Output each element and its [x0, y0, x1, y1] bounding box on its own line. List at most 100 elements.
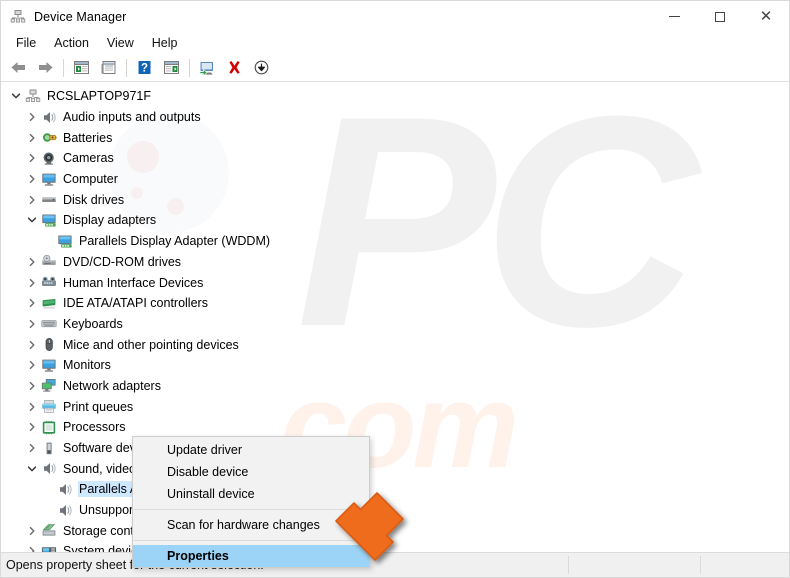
chevron-right-icon — [29, 278, 35, 287]
tree-item-label: Display adapters — [63, 213, 157, 228]
tree-item-row[interactable]: Parallels Display Adapter (WDDM) — [1, 231, 789, 252]
tree-item-label: Batteries — [63, 130, 113, 145]
chevron-right-icon — [29, 340, 35, 349]
minimize-button[interactable] — [651, 1, 697, 32]
chevron-down-icon — [27, 217, 37, 223]
printer-icon — [40, 399, 57, 415]
ctx-uninstall-device[interactable]: Uninstall device — [133, 483, 369, 505]
tree-toggle[interactable] — [24, 316, 40, 332]
tree-toggle[interactable] — [24, 357, 40, 373]
tree-item-label: Mice and other pointing devices — [63, 337, 239, 352]
show-hide-action-pane-button[interactable] — [159, 56, 184, 79]
tree-item-row[interactable]: Monitors — [1, 355, 789, 376]
tree-toggle[interactable] — [24, 275, 40, 291]
tree-item-label: Audio inputs and outputs — [63, 110, 201, 125]
menu-file[interactable]: File — [7, 34, 45, 53]
device-manager-icon — [10, 9, 26, 22]
menu-action[interactable]: Action — [45, 34, 98, 53]
tree-item-row[interactable]: Sound, video and game controllers — [1, 458, 789, 479]
tree-item-row[interactable]: Mice and other pointing devices — [1, 334, 789, 355]
tree-item-row[interactable]: Storage controllers — [1, 520, 789, 541]
tree-item-row[interactable]: Audio inputs and outputs — [1, 107, 789, 128]
menu-item-label: Disable device — [167, 465, 249, 479]
device-tree-panel[interactable]: RCSLAPTOP971F Audio inputs and outputs B… — [1, 82, 789, 554]
uninstall-device-button[interactable] — [222, 56, 247, 79]
tree-toggle[interactable] — [24, 212, 40, 228]
tree-item-label: Print queues — [63, 399, 134, 414]
context-menu[interactable]: Update driver Disable device Uninstall d… — [132, 436, 370, 568]
tree-toggle[interactable] — [24, 295, 40, 311]
chevron-right-icon — [29, 174, 35, 184]
menu-view[interactable]: View — [98, 34, 143, 53]
minimize-icon — [668, 16, 680, 17]
tree-item-row[interactable]: Processors — [1, 417, 789, 438]
tree-item-row[interactable]: Network adapters — [1, 376, 789, 397]
scan-for-hardware-changes-icon — [254, 60, 269, 75]
tree-toggle[interactable] — [24, 523, 40, 539]
tree-item-label: Processors — [63, 420, 126, 435]
speaker-icon — [40, 109, 57, 125]
tree-item-row[interactable]: Unsupported Audio Device — [1, 500, 789, 521]
tree-item-row[interactable]: Computer — [1, 169, 789, 190]
tree-item-row[interactable]: Disk drives — [1, 189, 789, 210]
tree-item-row[interactable]: Keyboards — [1, 314, 789, 335]
menu-separator — [134, 509, 368, 510]
toolbar: ? — [1, 54, 789, 82]
forward-button[interactable] — [33, 56, 58, 79]
tree-toggle[interactable] — [24, 150, 40, 166]
tree-item-row[interactable]: Print queues — [1, 396, 789, 417]
tree-item-row[interactable]: DVD/CD-ROM drives — [1, 252, 789, 273]
tree-toggle[interactable] — [24, 109, 40, 125]
update-driver-button[interactable] — [195, 56, 220, 79]
tree-item-row[interactable]: Batteries — [1, 127, 789, 148]
ide-controller-icon — [40, 295, 57, 311]
tree-toggle[interactable] — [24, 378, 40, 394]
properties-button[interactable] — [96, 56, 121, 79]
back-button[interactable] — [6, 56, 31, 79]
close-button[interactable]: ✕ — [743, 1, 789, 32]
tree-toggle[interactable] — [24, 461, 40, 477]
tree-toggle[interactable] — [24, 171, 40, 187]
device-tree[interactable]: RCSLAPTOP971F Audio inputs and outputs B… — [1, 86, 789, 554]
chevron-right-icon — [29, 257, 35, 266]
tree-root-row[interactable]: RCSLAPTOP971F — [1, 86, 789, 107]
tree-item-label: Computer — [63, 172, 118, 187]
ctx-disable-device[interactable]: Disable device — [133, 461, 369, 483]
chevron-right-icon — [29, 402, 35, 411]
tree-item-row[interactable]: Display adapters — [1, 210, 789, 231]
software-device-icon — [40, 440, 57, 456]
maximize-button[interactable] — [697, 1, 743, 32]
tree-toggle[interactable] — [24, 440, 40, 456]
tree-item-row[interactable]: Human Interface Devices — [1, 272, 789, 293]
tree-toggle[interactable] — [24, 419, 40, 435]
menu-help[interactable]: Help — [143, 34, 187, 53]
tree-toggle[interactable] — [8, 88, 24, 104]
tree-toggle[interactable] — [24, 337, 40, 353]
menu-separator — [134, 540, 368, 541]
help-button[interactable]: ? — [132, 56, 157, 79]
speaker-icon — [56, 502, 73, 518]
tree-item-label: RCSLAPTOP971F — [47, 89, 151, 104]
tree-toggle[interactable] — [24, 399, 40, 415]
ctx-properties[interactable]: Properties — [133, 545, 369, 567]
scan-for-hardware-changes-button[interactable] — [249, 56, 274, 79]
monitor-icon — [40, 171, 57, 187]
menu-item-label: Properties — [167, 549, 229, 563]
tree-item-row[interactable]: Parallels Audio Controller — [1, 479, 789, 500]
ctx-scan-hardware-changes[interactable]: Scan for hardware changes — [133, 514, 369, 536]
tree-toggle[interactable] — [24, 130, 40, 146]
tree-item-row[interactable]: Cameras — [1, 148, 789, 169]
ctx-update-driver[interactable]: Update driver — [133, 439, 369, 461]
chevron-right-icon — [29, 319, 35, 329]
tree-toggle[interactable] — [24, 254, 40, 270]
tree-item-label: Parallels Display Adapter (WDDM) — [79, 234, 271, 249]
show-hide-console-tree-button[interactable] — [69, 56, 94, 79]
tree-item-row[interactable]: Software devices — [1, 438, 789, 459]
tree-item-row[interactable]: IDE ATA/ATAPI controllers — [1, 293, 789, 314]
keyboard-icon — [40, 316, 57, 332]
tree-item-label: Human Interface Devices — [63, 275, 204, 290]
tree-toggle[interactable] — [24, 192, 40, 208]
close-icon: ✕ — [759, 8, 773, 25]
tree-item-label: Monitors — [63, 358, 111, 373]
chevron-right-icon — [29, 526, 35, 535]
